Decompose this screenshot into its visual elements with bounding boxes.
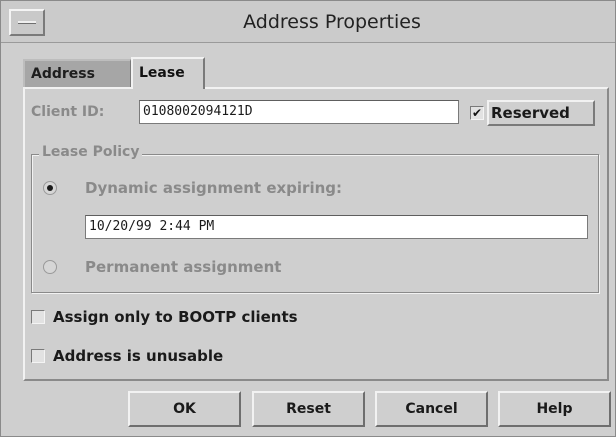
reserved-toggle[interactable]: Reserved bbox=[487, 100, 595, 126]
window-title: Address Properties bbox=[243, 11, 421, 33]
unusable-label: Address is unusable bbox=[53, 347, 224, 365]
bootp-label: Assign only to BOOTP clients bbox=[53, 308, 298, 326]
bootp-checkbox[interactable] bbox=[31, 310, 45, 324]
cancel-button[interactable]: Cancel bbox=[375, 391, 488, 427]
lease-policy-title: Lease Policy bbox=[39, 144, 143, 160]
window-menu-bar-glyph bbox=[18, 21, 36, 24]
tab-address[interactable]: Address bbox=[23, 59, 131, 87]
tab-lease[interactable]: Lease bbox=[131, 57, 205, 89]
dynamic-radio[interactable] bbox=[43, 181, 57, 195]
window-menu-icon[interactable] bbox=[9, 9, 45, 36]
radio-selected-icon bbox=[47, 185, 53, 191]
title-bar: Address Properties bbox=[1, 1, 615, 43]
client-id-field[interactable]: 0108002094121D bbox=[139, 100, 459, 124]
permanent-assignment-label: Permanent assignment bbox=[85, 258, 282, 276]
dynamic-assignment-label: Dynamic assignment expiring: bbox=[85, 179, 343, 197]
reserved-checkbox[interactable]: ✔ bbox=[470, 106, 484, 120]
unusable-checkbox[interactable] bbox=[31, 349, 45, 363]
ok-button[interactable]: OK bbox=[128, 391, 241, 427]
help-button[interactable]: Help bbox=[498, 391, 611, 427]
check-icon: ✔ bbox=[471, 106, 483, 120]
reserved-label: Reserved bbox=[491, 104, 570, 122]
client-id-label: Client ID: bbox=[31, 104, 105, 120]
expiry-date-field[interactable]: 10/20/99 2:44 PM bbox=[85, 215, 588, 239]
address-properties-window: Address Properties Address Lease Client … bbox=[0, 0, 616, 437]
permanent-radio[interactable] bbox=[43, 260, 57, 274]
reset-button[interactable]: Reset bbox=[252, 391, 365, 427]
